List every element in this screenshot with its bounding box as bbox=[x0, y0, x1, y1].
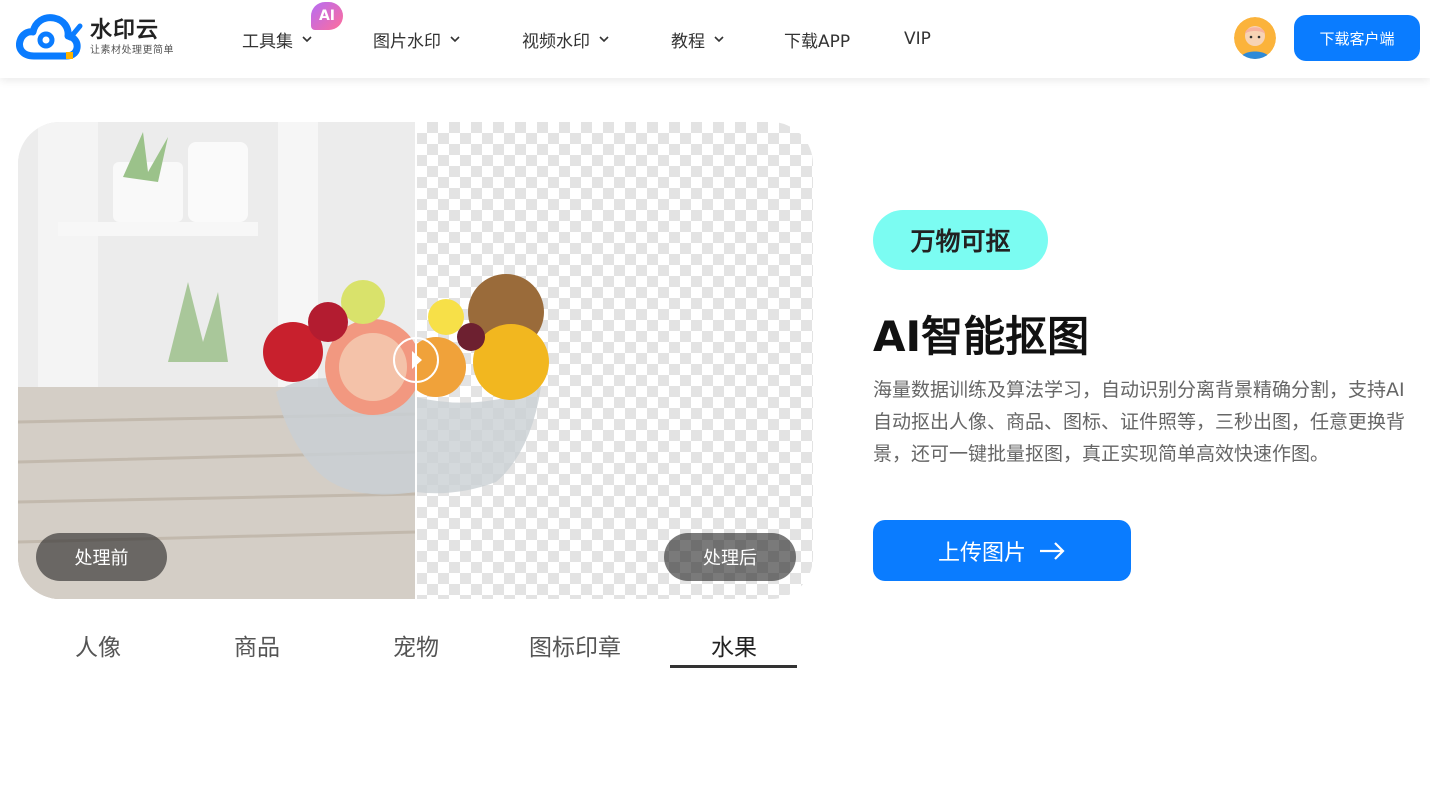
feature-badge: 万物可抠 bbox=[873, 210, 1048, 270]
logo-name: 水印云 bbox=[90, 18, 160, 43]
active-tab-indicator bbox=[670, 665, 797, 668]
user-avatar-icon[interactable] bbox=[1234, 17, 1276, 59]
logo-slogan: 让素材处理更简单 bbox=[90, 45, 174, 56]
nav-item-tutorial[interactable]: 教程 bbox=[671, 27, 725, 52]
nav-label: 图片水印 bbox=[373, 31, 441, 52]
download-client-button[interactable]: 下载客户端 bbox=[1294, 15, 1420, 61]
arrow-right-icon bbox=[1040, 541, 1065, 560]
feature-description: 海量数据训练及算法学习，自动识别分离背景精确分割，支持AI自动抠出人像、商品、图… bbox=[873, 379, 1406, 465]
site-logo[interactable]: 水印云 让素材处理更简单 bbox=[16, 12, 191, 64]
nav-item-tools[interactable]: 工具集 bbox=[242, 27, 313, 52]
before-after-demo: 处理前 处理后 bbox=[18, 122, 813, 599]
tab-portrait[interactable]: 人像 bbox=[34, 628, 162, 662]
upload-button-label: 上传图片 bbox=[937, 540, 1026, 566]
before-image bbox=[18, 122, 416, 599]
top-header: 水印云 让素材处理更简单 工具集 图片水印 视频水印 教程 下载APP VIP … bbox=[0, 0, 1430, 78]
chevron-down-icon bbox=[450, 36, 460, 43]
nav-item-download-app[interactable]: 下载APP bbox=[784, 27, 851, 52]
tab-product[interactable]: 商品 bbox=[193, 628, 321, 662]
nav-label: 下载APP bbox=[784, 31, 851, 52]
tab-fruit[interactable]: 水果 bbox=[670, 628, 798, 662]
category-tabs: 人像 商品 宠物 图标印章 水果 bbox=[18, 620, 813, 672]
nav-label: 视频水印 bbox=[522, 31, 590, 52]
nav-item-image-watermark[interactable]: 图片水印 bbox=[373, 27, 461, 52]
after-image bbox=[406, 122, 813, 599]
cloud-logo-icon bbox=[16, 12, 84, 64]
nav-item-video-watermark[interactable]: 视频水印 bbox=[522, 27, 610, 52]
nav-label: VIP bbox=[904, 29, 931, 49]
upload-image-button[interactable]: 上传图片 bbox=[873, 520, 1131, 581]
chevron-down-icon bbox=[714, 36, 724, 43]
nav-label: 工具集 bbox=[242, 31, 293, 52]
feature-title: AI智能抠图 bbox=[873, 312, 1090, 361]
tab-icon-seal[interactable]: 图标印章 bbox=[511, 628, 639, 662]
nav-label: 教程 bbox=[671, 31, 705, 52]
ai-badge: AI bbox=[311, 2, 343, 30]
compare-slider-icon[interactable] bbox=[393, 337, 439, 383]
chevron-down-icon bbox=[599, 36, 609, 43]
after-label: 处理后 bbox=[664, 533, 796, 581]
nav-item-vip[interactable]: VIP bbox=[904, 27, 931, 51]
before-label: 处理前 bbox=[36, 533, 167, 581]
chevron-down-icon bbox=[302, 36, 312, 43]
tab-pet[interactable]: 宠物 bbox=[352, 628, 480, 662]
